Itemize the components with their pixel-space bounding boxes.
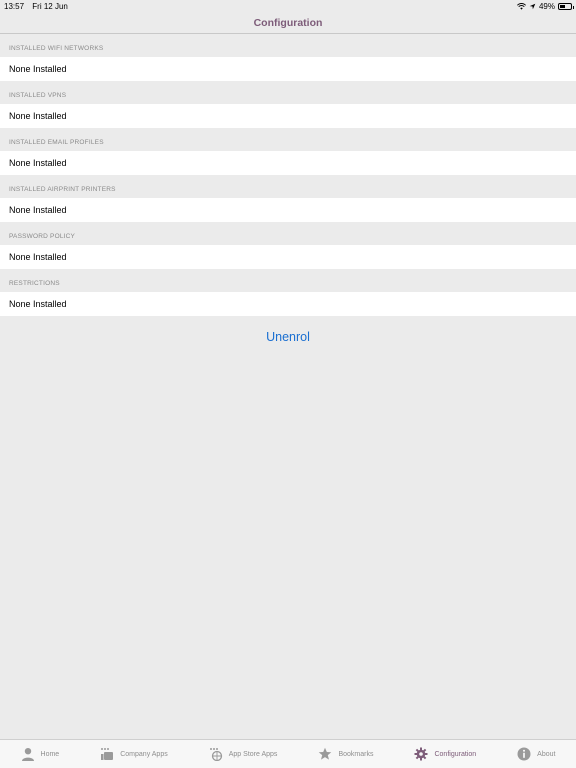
section-wifi: INSTALLED WIFI NETWORKS None Installed bbox=[0, 34, 576, 81]
tab-company-apps[interactable]: Company Apps bbox=[100, 747, 168, 761]
app-store-apps-icon bbox=[209, 748, 222, 761]
tab-bookmarks[interactable]: Bookmarks bbox=[318, 747, 373, 761]
section-email-profiles: INSTALLED EMAIL PROFILES None Installed bbox=[0, 128, 576, 175]
section-cell: None Installed bbox=[0, 57, 576, 81]
section-password-policy: PASSWORD POLICY None Installed bbox=[0, 222, 576, 269]
tab-label: Company Apps bbox=[120, 750, 168, 758]
configuration-list: INSTALLED WIFI NETWORKS None Installed I… bbox=[0, 34, 576, 344]
company-apps-icon bbox=[101, 748, 114, 760]
battery-fill bbox=[560, 5, 565, 8]
tab-app-store-apps[interactable]: App Store Apps bbox=[209, 747, 278, 761]
tab-home[interactable]: Home bbox=[21, 747, 60, 761]
location-arrow-icon bbox=[529, 3, 536, 10]
section-header: INSTALLED VPNS bbox=[9, 92, 67, 99]
star-icon bbox=[319, 747, 332, 760]
page-title: Configuration bbox=[253, 17, 323, 29]
person-icon bbox=[21, 748, 34, 761]
tab-label: Bookmarks bbox=[338, 750, 374, 758]
section-header: INSTALLED AIRPRINT PRINTERS bbox=[9, 186, 116, 193]
info-icon bbox=[517, 747, 531, 761]
status-left: 13:57 Fri 12 Jun bbox=[4, 2, 74, 11]
navigation-bar: Configuration bbox=[0, 12, 576, 34]
battery-percent: 49% bbox=[538, 2, 555, 11]
status-bar: 13:57 Fri 12 Jun 49% bbox=[0, 0, 576, 12]
section-vpns: INSTALLED VPNS None Installed bbox=[0, 81, 576, 128]
section-cell: None Installed bbox=[0, 292, 576, 316]
section-cell: None Installed bbox=[0, 151, 576, 175]
status-right: 49% bbox=[517, 2, 574, 11]
section-header: PASSWORD POLICY bbox=[9, 233, 76, 240]
section-restrictions: RESTRICTIONS None Installed bbox=[0, 269, 576, 316]
section-header: INSTALLED EMAIL PROFILES bbox=[9, 139, 104, 146]
tab-label: About bbox=[537, 750, 556, 758]
section-cell: None Installed bbox=[0, 198, 576, 222]
tab-label: App Store Apps bbox=[228, 750, 278, 758]
status-time: 13:57 bbox=[4, 2, 25, 11]
tab-label: Home bbox=[40, 750, 60, 758]
section-airprint-printers: INSTALLED AIRPRINT PRINTERS None Install… bbox=[0, 175, 576, 222]
unenrol-button[interactable]: Unenrol bbox=[0, 330, 576, 344]
status-date: Fri 12 Jun bbox=[32, 2, 68, 11]
section-header: INSTALLED WIFI NETWORKS bbox=[9, 45, 104, 52]
section-cell: None Installed bbox=[0, 245, 576, 269]
section-header: RESTRICTIONS bbox=[9, 280, 60, 287]
tab-about[interactable]: About bbox=[517, 747, 555, 761]
tab-label: Configuration bbox=[434, 750, 477, 758]
tab-configuration[interactable]: Configuration bbox=[414, 747, 476, 761]
section-cell: None Installed bbox=[0, 104, 576, 128]
wifi-icon bbox=[517, 3, 526, 10]
gear-icon bbox=[414, 747, 428, 761]
tab-bar: Home Company Apps App Store Apps Bookmar… bbox=[0, 739, 576, 768]
battery-icon bbox=[558, 3, 574, 10]
